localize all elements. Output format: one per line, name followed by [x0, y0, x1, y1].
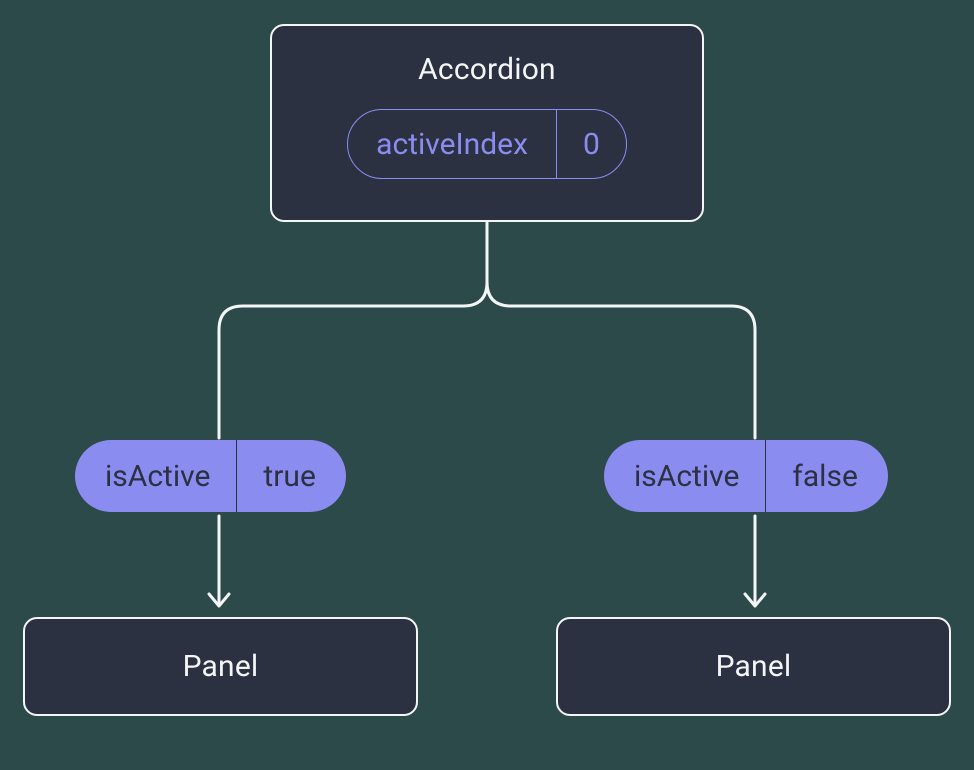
prop-pill-right: isActive false [604, 440, 888, 512]
component-tree-diagram: Accordion activeIndex 0 isActive true is… [0, 0, 974, 770]
child-component-card-left: Panel [23, 617, 418, 716]
prop-name: isActive [604, 440, 766, 512]
prop-value: false [766, 440, 887, 512]
state-name: activeIndex [348, 110, 557, 178]
child-component-card-right: Panel [556, 617, 951, 716]
prop-name: isActive [75, 440, 237, 512]
parent-title: Accordion [418, 52, 556, 87]
parent-component-card: Accordion activeIndex 0 [270, 24, 704, 222]
child-title: Panel [716, 649, 792, 684]
parent-state-pill: activeIndex 0 [347, 109, 627, 179]
prop-pill-left: isActive true [75, 440, 346, 512]
state-value: 0 [557, 110, 626, 178]
child-title: Panel [183, 649, 259, 684]
prop-value: true [237, 440, 345, 512]
